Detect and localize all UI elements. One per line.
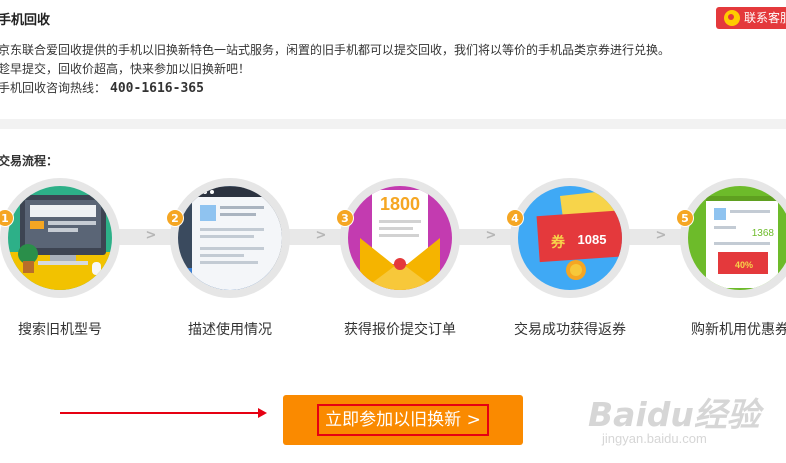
intro-text: 京东联合爱回收提供的手机以旧换新特色一站式服务，闲置的旧手机都可以提交回收，我们… — [0, 41, 670, 98]
step-label: 购新机用优惠券 — [691, 322, 786, 338]
chat-icon — [724, 10, 740, 26]
receipt-icon: 1368 40% — [688, 186, 786, 290]
customer-service-label: 联系客服 — [744, 11, 786, 25]
coupon-value: 1085 — [578, 232, 607, 247]
process-steps: > > > > 1 搜索旧机型号 2 描述使用情况 1800 3 获得报价提交订… — [0, 178, 786, 348]
join-trade-in-button[interactable]: 立即参加以旧换新 > — [283, 395, 523, 445]
watermark-logo: Baidu经验 — [588, 395, 760, 434]
step-label: 搜索旧机型号 — [18, 322, 102, 338]
step-3: 1800 3 获得报价提交订单 — [336, 178, 460, 348]
hotline-number: 400-1616-365 — [110, 81, 204, 96]
chevron-right-icon: > — [145, 228, 157, 243]
step-number-badge: 4 — [506, 209, 524, 227]
receipt-value: 1368 — [752, 228, 775, 239]
hotline-label: 手机回收咨询热线： — [0, 81, 107, 95]
coupon-icon: 券 1085 — [518, 186, 622, 290]
step-number-badge: 5 — [676, 209, 694, 227]
baidu-watermark: Baidu经验 jingyan.baidu.com — [588, 388, 784, 458]
quote-amount: 1800 — [380, 194, 420, 214]
chevron-right-icon: > — [655, 228, 667, 243]
receipt-discount: 40% — [735, 260, 753, 270]
browser-form-icon — [178, 186, 282, 290]
chevron-right-icon: > — [315, 228, 327, 243]
monitor-icon — [8, 186, 112, 290]
coupon-char: 券 — [551, 234, 566, 251]
step-number-badge: 2 — [166, 209, 184, 227]
header: 手机回收 联系客服 — [0, 0, 786, 34]
step-number-badge: 3 — [336, 209, 354, 227]
intro-line-2: 趁早提交，回收价超高，快来参加以旧换新吧！ — [0, 62, 251, 76]
chevron-right-icon: > — [485, 228, 497, 243]
join-trade-in-label: 立即参加以旧换新 > — [317, 404, 489, 436]
step-4: 券 1085 4 交易成功获得返券 — [506, 178, 630, 348]
customer-service-button[interactable]: 联系客服 — [716, 7, 786, 29]
envelope-quote-icon: 1800 — [348, 186, 452, 290]
step-1: 1 搜索旧机型号 — [0, 178, 120, 348]
step-2: 2 描述使用情况 — [166, 178, 290, 348]
flow-title: 交易流程： — [0, 154, 59, 168]
step-label: 描述使用情况 — [188, 322, 272, 338]
annotation-arrow — [60, 408, 267, 418]
section-divider — [0, 119, 786, 129]
hotline: 手机回收咨询热线： 400-1616-365 — [0, 79, 670, 98]
intro-line-1: 京东联合爱回收提供的手机以旧换新特色一站式服务，闲置的旧手机都可以提交回收，我们… — [0, 43, 671, 57]
step-label: 获得报价提交订单 — [344, 322, 456, 338]
step-5: 1368 40% 5 购新机用优惠券 — [676, 178, 786, 348]
step-label: 交易成功获得返券 — [514, 322, 626, 338]
page-title: 手机回收 — [0, 13, 51, 28]
watermark-url: jingyan.baidu.com — [602, 431, 707, 446]
